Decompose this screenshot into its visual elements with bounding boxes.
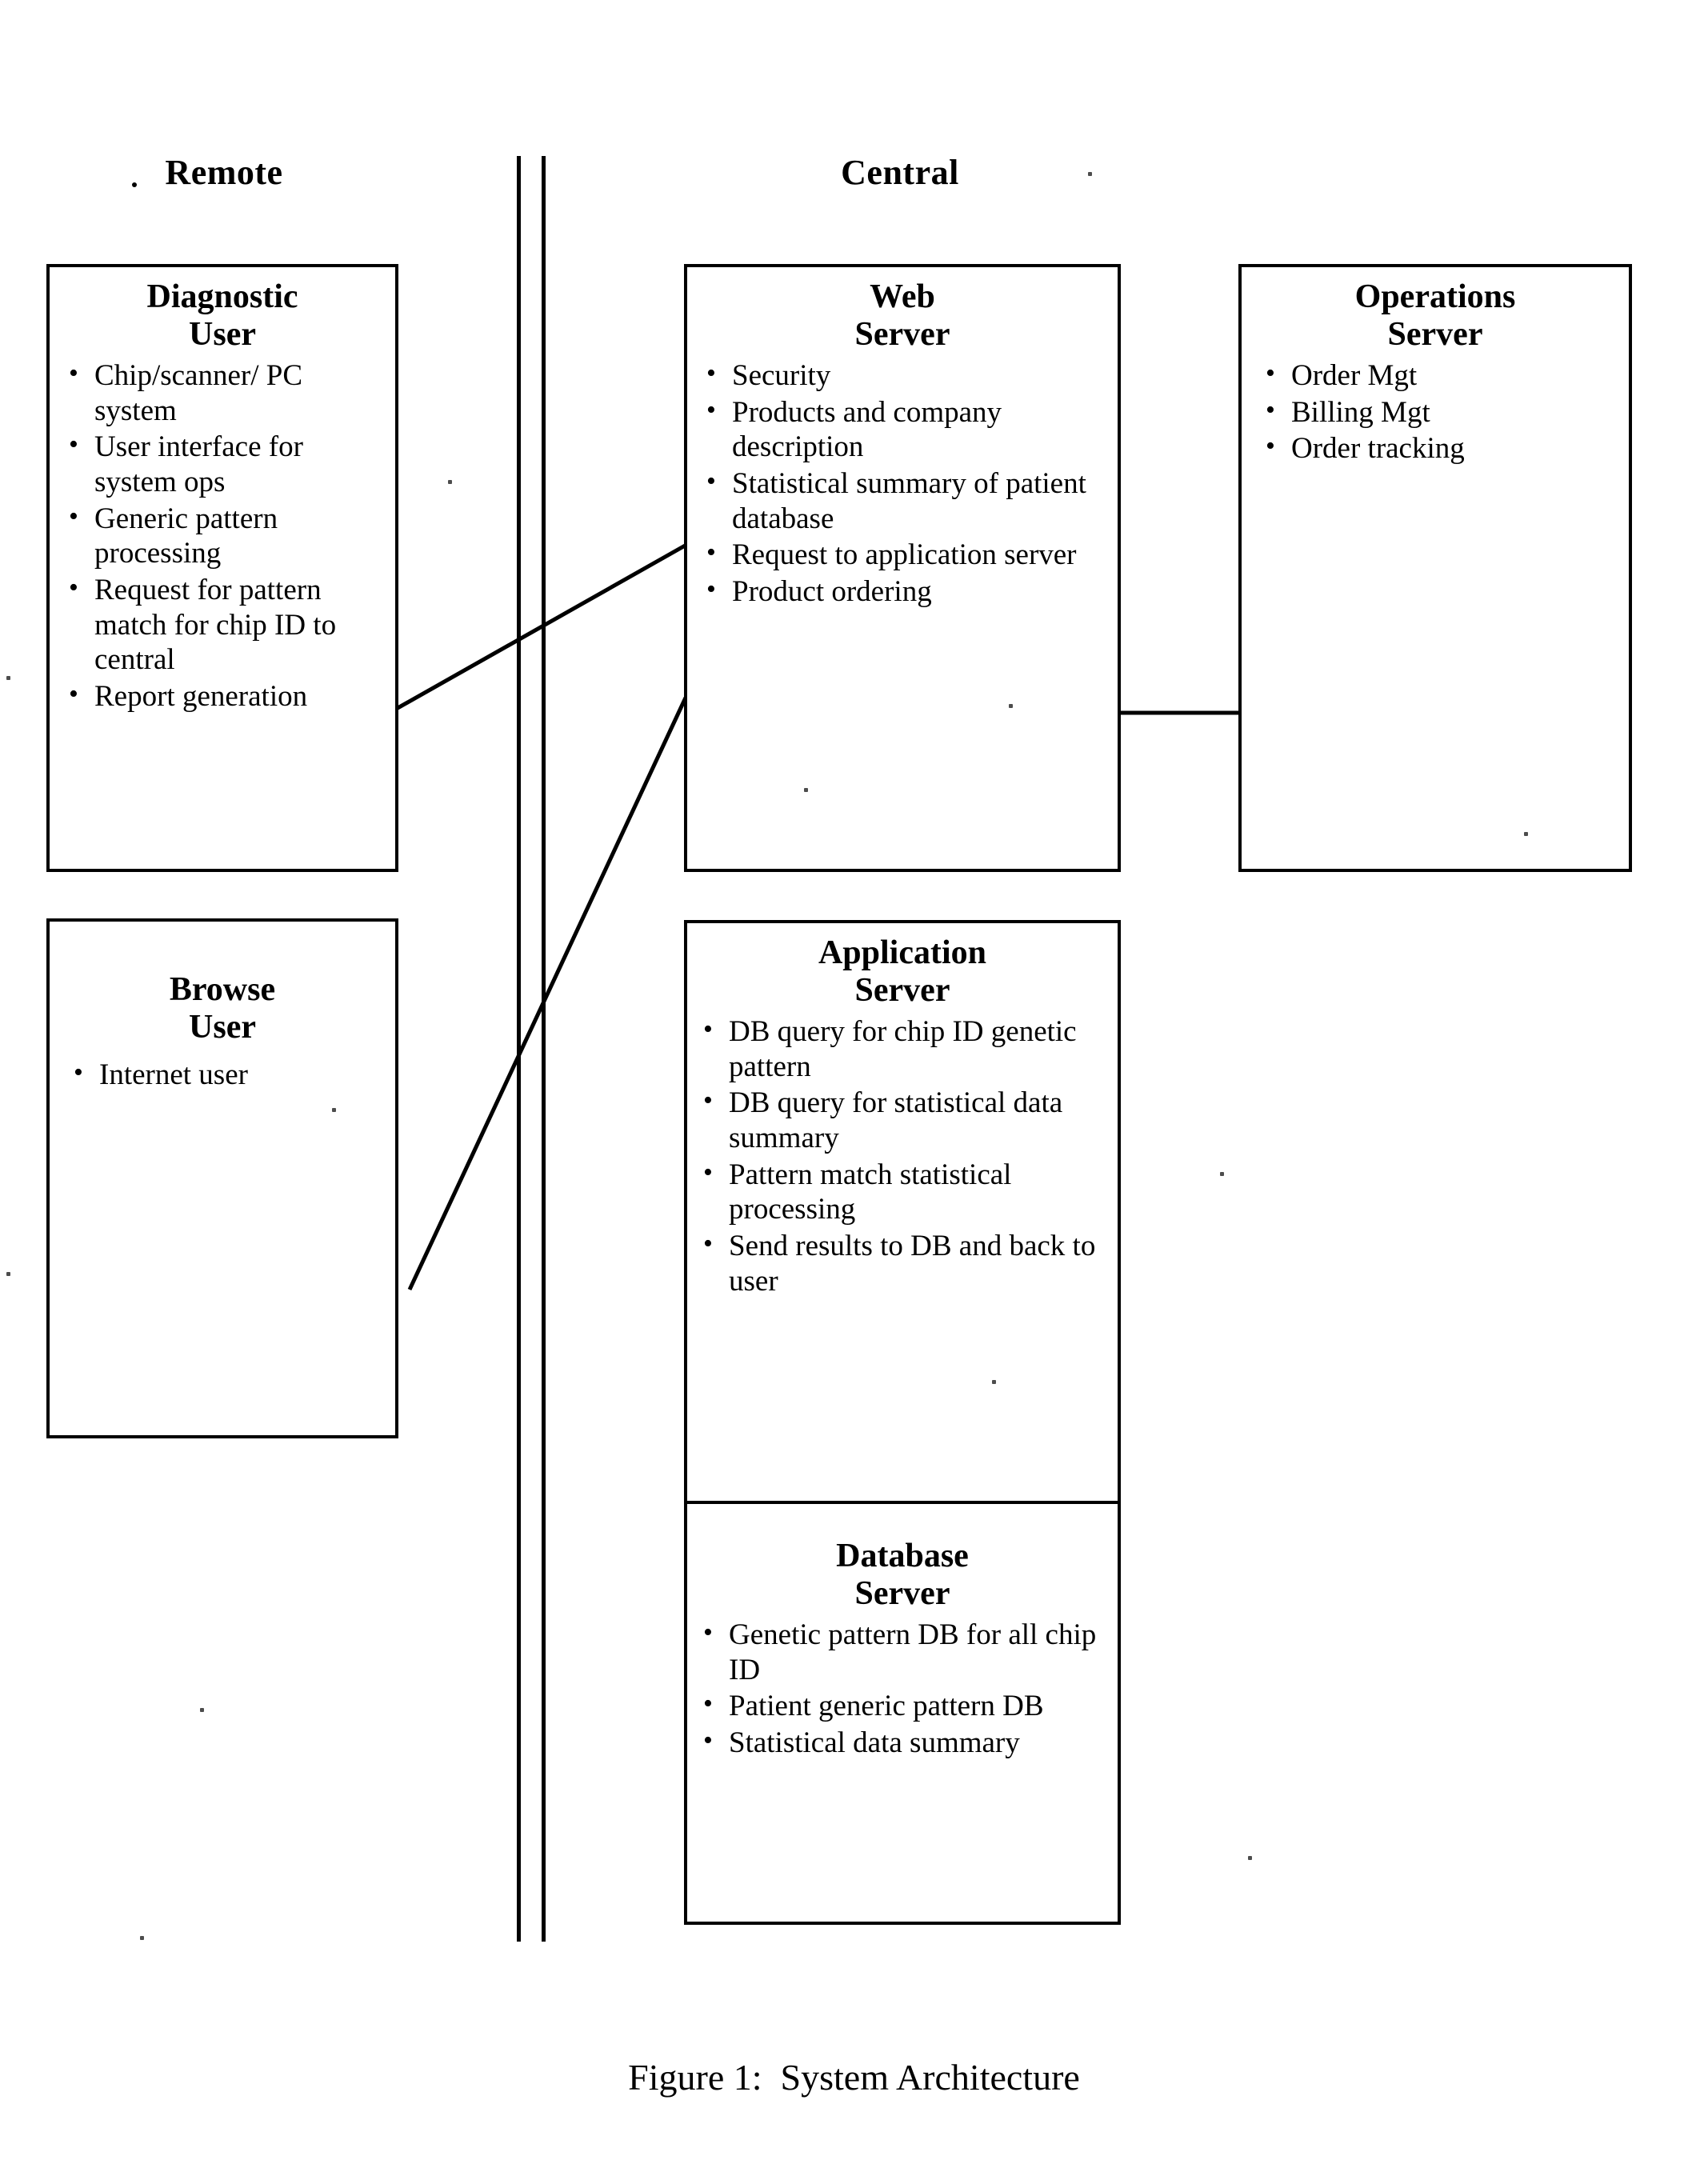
list-item: Security [705, 357, 1110, 394]
node-title-database-server: Database Server [836, 1538, 969, 1613]
scan-speck [6, 676, 10, 680]
figure-caption: Figure 1: System Architecture [628, 2057, 1080, 2098]
list-item: Statistical data summary [702, 1724, 1110, 1761]
connector-browse-user-to-web-server [407, 696, 688, 1291]
node-title-browse-user: Browse User [169, 971, 276, 1046]
boundary-divider-line-left [517, 156, 521, 1942]
scan-speck [200, 1708, 204, 1712]
node-list-diagnostic-user: Chip/scanner/ PC system User interface f… [50, 357, 395, 714]
scan-speck [1088, 172, 1092, 176]
list-item: User interface for system ops [67, 428, 387, 499]
list-item: Report generation [67, 678, 387, 714]
list-item: DB query for chip ID genetic pattern [702, 1013, 1110, 1084]
node-list-application-server: DB query for chip ID genetic pattern DB … [687, 1013, 1118, 1298]
node-title-diagnostic-user: Diagnostic User [146, 278, 298, 354]
list-item: Internet user [72, 1056, 387, 1093]
node-title-application-server: Application Server [818, 934, 987, 1010]
list-item: Billing Mgt [1264, 394, 1621, 430]
node-web-server[interactable]: Web Server Security Products and company… [684, 264, 1121, 872]
connector-diagnostic-user-to-web-server [385, 542, 688, 717]
list-item: Order Mgt [1264, 357, 1621, 394]
list-item: Order tracking [1264, 430, 1621, 466]
scan-speck [1524, 832, 1528, 836]
list-item: Pattern match statistical processing [702, 1156, 1110, 1227]
node-diagnostic-user[interactable]: Diagnostic User Chip/scanner/ PC system … [46, 264, 398, 872]
node-list-browse-user: Internet user [50, 1056, 395, 1093]
scan-speck [332, 1108, 336, 1112]
node-list-operations-server: Order Mgt Billing Mgt Order tracking [1242, 357, 1629, 466]
node-application-server[interactable]: Application Server DB query for chip ID … [684, 920, 1121, 1574]
scan-speck [1248, 1856, 1252, 1860]
node-list-web-server: Security Products and company descriptio… [687, 357, 1118, 610]
list-item: Product ordering [705, 573, 1110, 610]
node-list-database-server: Genetic pattern DB for all chip ID Patie… [687, 1616, 1118, 1761]
column-heading-remote: Remote [165, 153, 283, 192]
list-item: Chip/scanner/ PC system [67, 357, 387, 428]
list-item: DB query for statistical data summary [702, 1084, 1110, 1155]
list-item: Send results to DB and back to user [702, 1227, 1110, 1298]
scan-speck [992, 1380, 996, 1384]
node-operations-server[interactable]: Operations Server Order Mgt Billing Mgt … [1238, 264, 1632, 872]
list-item: Patient generic pattern DB [702, 1687, 1110, 1724]
scan-speck [448, 480, 452, 484]
node-title-web-server: Web Server [854, 278, 950, 354]
node-browse-user[interactable]: Browse User Internet user [46, 918, 398, 1438]
node-title-operations-server: Operations Server [1354, 278, 1516, 354]
list-item: Generic pattern processing [67, 500, 387, 571]
list-item: Request for pattern match for chip ID to… [67, 571, 387, 678]
scan-speck [1220, 1172, 1224, 1176]
scan-speck [1009, 704, 1013, 708]
list-item: Statistical summary of patient database [705, 465, 1110, 536]
boundary-divider-line-right [542, 156, 546, 1942]
list-item: Products and company description [705, 394, 1110, 465]
list-item: Request to application server [705, 536, 1110, 573]
figure-page: Remote Central Diagnostic User Chip/scan… [0, 0, 1708, 2172]
scan-speck [804, 788, 808, 792]
scan-speck [6, 1272, 10, 1276]
list-item: Genetic pattern DB for all chip ID [702, 1616, 1110, 1687]
column-heading-central: Central [841, 153, 959, 192]
node-database-server[interactable]: Database Server Genetic pattern DB for a… [684, 1501, 1121, 1925]
scan-speck [140, 1936, 144, 1940]
